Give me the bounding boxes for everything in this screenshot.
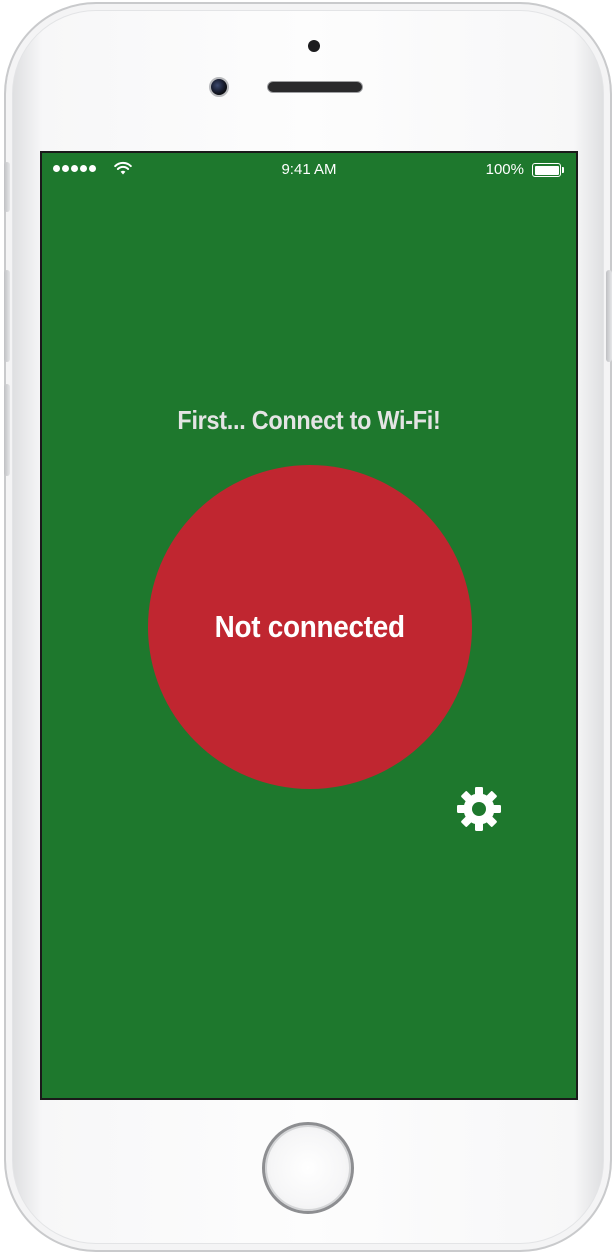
battery-percentage: 100% — [485, 161, 524, 178]
settings-button[interactable] — [456, 786, 502, 832]
gear-icon — [457, 787, 501, 831]
app-screen: 9:41 AM 100% First... Connect to Wi-Fi! … — [40, 151, 578, 1100]
home-button[interactable] — [262, 1122, 354, 1214]
connect-instruction-heading: First... Connect to Wi-Fi! — [177, 405, 441, 435]
status-bar: 9:41 AM 100% — [42, 153, 576, 187]
power-button — [606, 270, 612, 362]
connection-status-button[interactable]: Not connected — [148, 465, 472, 789]
battery-icon — [532, 163, 564, 177]
mute-switch — [4, 162, 10, 212]
earpiece-speaker — [267, 81, 363, 93]
volume-down-button — [4, 384, 10, 476]
proximity-sensor — [308, 40, 320, 52]
volume-up-button — [4, 270, 10, 362]
front-camera — [209, 77, 229, 97]
connection-status-label: Not connected — [214, 609, 406, 644]
